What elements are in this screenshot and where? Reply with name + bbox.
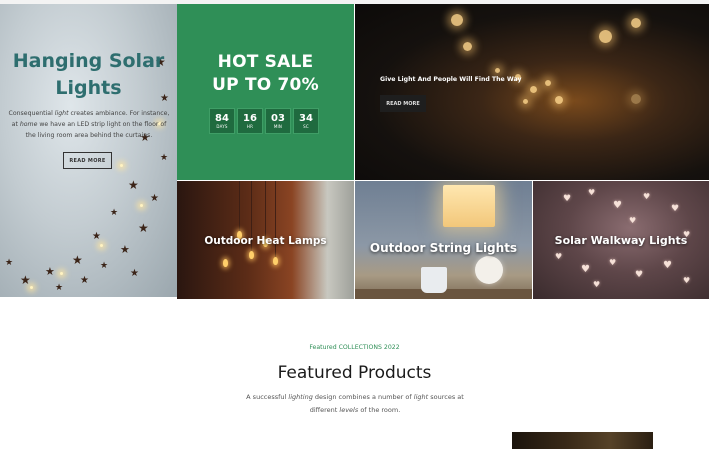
sale-discount: UP TO 70% [212, 75, 319, 95]
banner-give-light[interactable]: Give Light And People Will Find The Way … [355, 4, 709, 180]
category-outdoor-string-lights[interactable]: Outdoor String Lights [355, 181, 532, 299]
featured-description: A successful lighting design combines a … [246, 393, 464, 414]
lamp-shade [443, 185, 495, 227]
banner-title: Hanging Solar Lights [12, 50, 165, 99]
category-title: Outdoor String Lights [369, 241, 518, 255]
featured-title: Featured Products [277, 363, 432, 383]
category-title: Outdoor Heat Lamps [204, 235, 327, 247]
countdown-minutes: 03 MIN [265, 108, 291, 134]
countdown-days: 84 DAYS [209, 108, 235, 134]
banner-description: Consequential light creates ambiance. Fo… [8, 110, 170, 139]
hot-sale-banner[interactable]: HOT SALE UP TO 70% 84 DAYS 16 HR 03 MIN … [177, 4, 354, 180]
plant-pot [421, 267, 447, 293]
read-more-button[interactable]: READ MORE [380, 95, 426, 112]
featured-kicker: Featured COLLECTIONS 2022 [309, 344, 400, 351]
moon-lamp [475, 256, 503, 284]
countdown-hours: 16 HR [237, 108, 263, 134]
banner-caption: Give Light And People Will Find The Way [380, 76, 522, 83]
banner-hanging-solar-lights[interactable]: ★ ★ ★ ★ ★ ★ ★ ★ ★ ★ ★ ★ ★ ★ ★ ★ ★ ★ Hang… [0, 4, 177, 297]
category-outdoor-heat-lamps[interactable]: Outdoor Heat Lamps [177, 181, 354, 299]
countdown-seconds: 34 SC [293, 108, 319, 134]
read-more-button[interactable]: READ MORE [63, 152, 112, 169]
product-image[interactable] [512, 432, 653, 449]
category-title: Solar Walkway Lights [554, 234, 688, 247]
countdown-timer: 84 DAYS 16 HR 03 MIN 34 SC [209, 108, 319, 134]
sale-heading: HOT SALE [217, 52, 314, 72]
category-solar-walkway-lights[interactable]: ♥ ♥ ♥ ♥ ♥ ♥ ♥ ♥ ♥ ♥ ♥ ♥ ♥ ♥ Solar Walkwa… [533, 181, 709, 299]
